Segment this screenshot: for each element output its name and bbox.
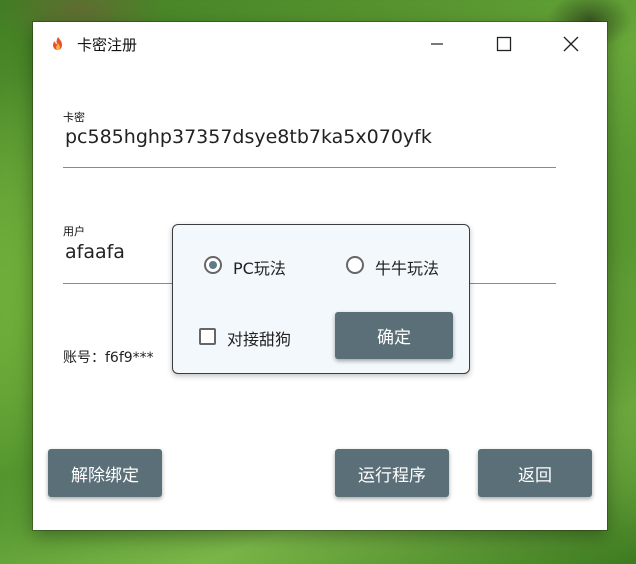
close-icon [563, 36, 579, 52]
register-window: 卡密注册 卡密 pc585hghp37357dsye8tb7ka5x070yfk… [33, 22, 607, 530]
tiangou-checkbox-label[interactable]: 对接甜狗 [227, 326, 291, 350]
back-button[interactable]: 返回 [478, 449, 592, 497]
maximize-icon [496, 36, 512, 52]
pc-mode-label[interactable]: PC玩法 [233, 255, 286, 279]
card-label: 卡密 [63, 111, 85, 124]
mode-popup: PC玩法 牛牛玩法 对接甜狗 确定 [172, 224, 470, 374]
window-title: 卡密注册 [77, 36, 138, 54]
unbind-button[interactable]: 解除绑定 [48, 449, 162, 497]
app-flame-icon [50, 36, 66, 52]
account-text: 账号：f6f9*** [63, 350, 154, 366]
niuniu-mode-label[interactable]: 牛牛玩法 [375, 255, 439, 279]
close-button[interactable] [548, 22, 594, 66]
minimize-icon [431, 43, 443, 45]
user-label: 用户 [63, 225, 85, 238]
tiangou-checkbox[interactable] [199, 328, 216, 345]
minimize-button[interactable] [414, 22, 460, 66]
run-program-button[interactable]: 运行程序 [335, 449, 449, 497]
confirm-button[interactable]: 确定 [335, 312, 453, 359]
niuniu-mode-radio[interactable] [346, 256, 364, 274]
maximize-button[interactable] [481, 22, 527, 66]
card-key-input[interactable]: pc585hghp37357dsye8tb7ka5x070yfk [65, 126, 432, 148]
pc-mode-radio[interactable] [204, 256, 222, 274]
card-key-underline [63, 167, 556, 168]
user-input[interactable]: afaafa [65, 241, 125, 263]
title-bar[interactable]: 卡密注册 [33, 22, 607, 66]
